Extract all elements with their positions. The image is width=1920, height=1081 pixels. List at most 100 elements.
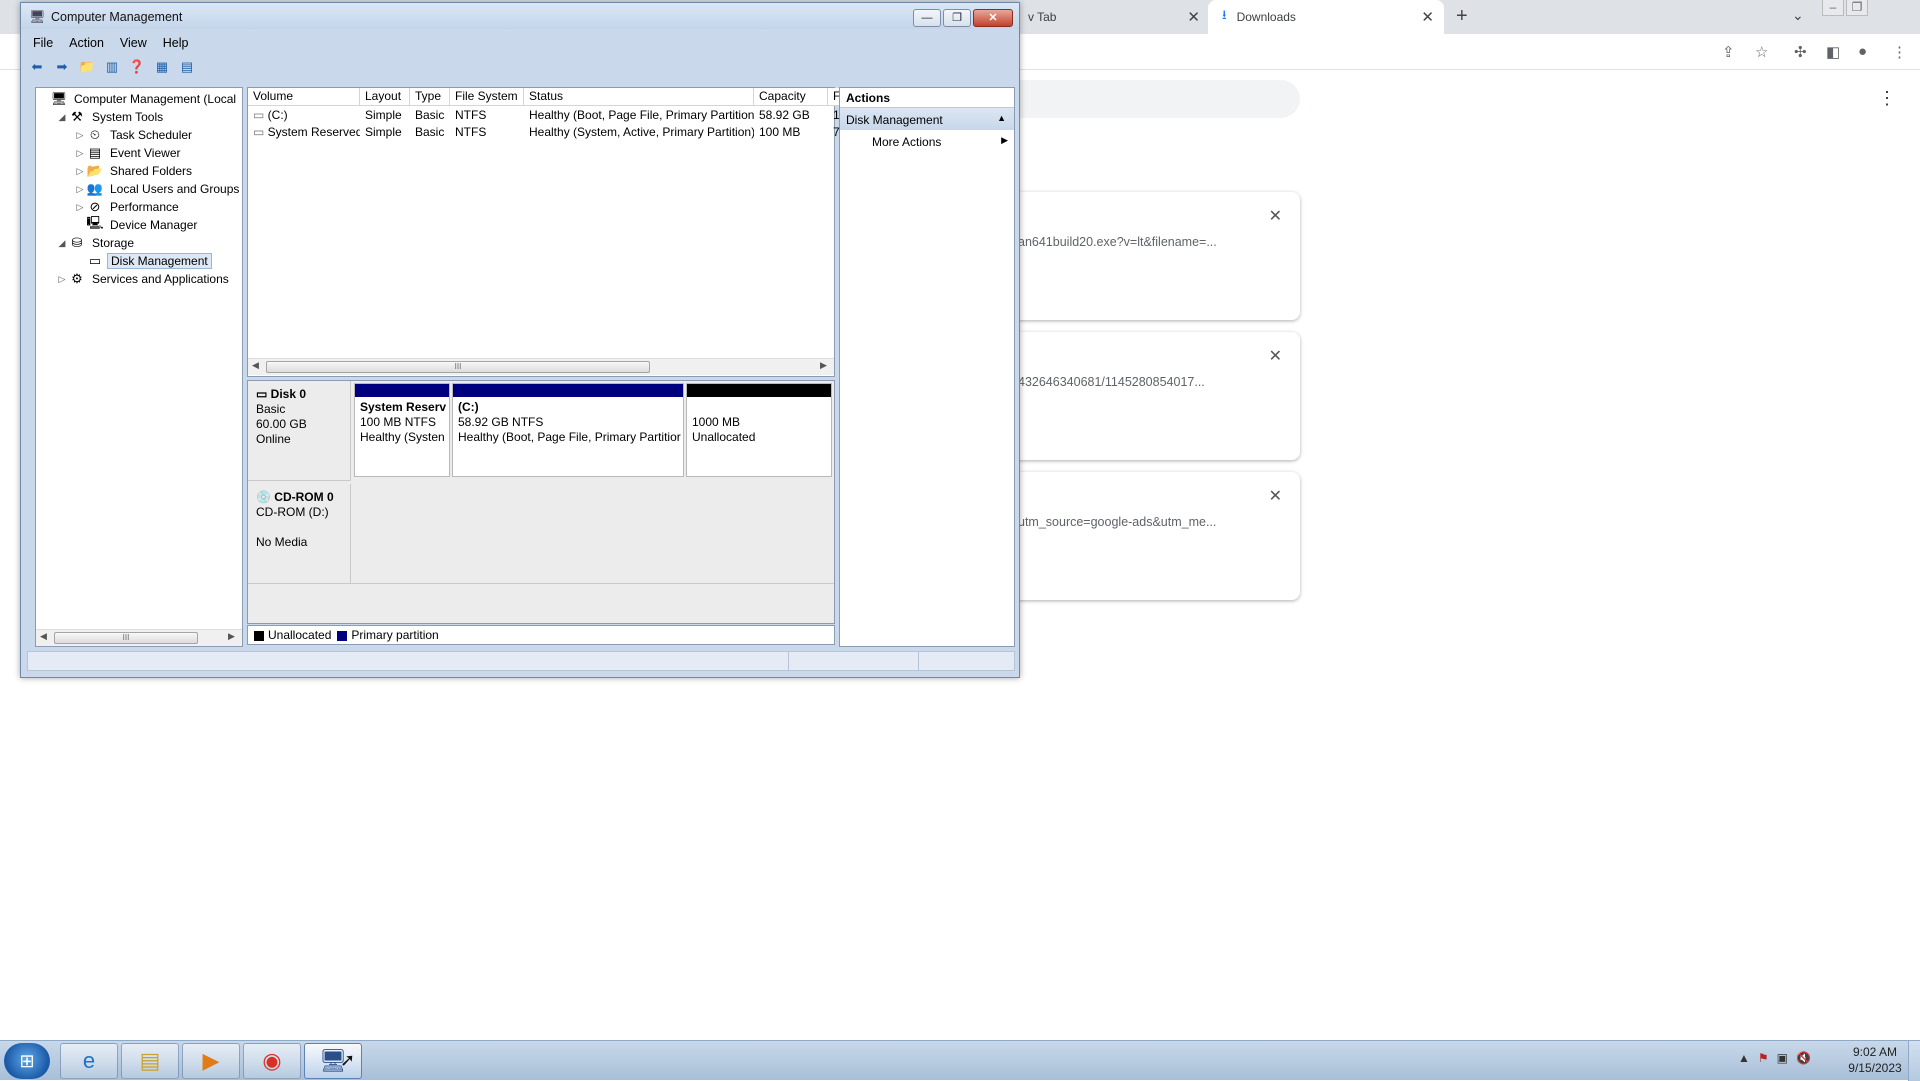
up-folder-icon[interactable]: 📁 xyxy=(77,57,97,77)
tree-item[interactable]: ▭ Disk Management xyxy=(74,252,212,270)
scroll-right-arrow-icon[interactable]: ▶ xyxy=(228,631,235,642)
scrollbar-thumb[interactable]: III xyxy=(54,632,198,644)
menu-help[interactable]: Help xyxy=(155,33,197,53)
expand-arrow-icon[interactable]: ▷ xyxy=(56,274,68,285)
hard-disk-icon: ▭ xyxy=(256,387,271,401)
partition-block[interactable]: (C:) 58.92 GB NTFS Healthy (Boot, Page Fil… xyxy=(452,383,684,477)
browser-minimize-button[interactable]: – xyxy=(1822,0,1844,16)
maximize-button[interactable]: ❐ xyxy=(943,9,971,27)
unallocated-space[interactable]: 1000 MB Unallocated xyxy=(686,383,832,477)
partition-block[interactable]: System Reserv 100 MB NTFS Healthy (Systen xyxy=(354,383,450,477)
storage-icon: ⛁ xyxy=(71,235,83,250)
volume-muted-icon[interactable]: 🔇 xyxy=(1796,1051,1811,1065)
remove-download-icon[interactable]: ✕ xyxy=(1269,486,1282,506)
scrollbar-thumb[interactable]: III xyxy=(266,361,650,373)
scroll-left-arrow-icon[interactable]: ◀ xyxy=(252,360,259,371)
menu-action[interactable]: Action xyxy=(61,33,112,53)
share-icon[interactable]: ⇪ xyxy=(1722,43,1735,61)
new-tab-button[interactable]: + xyxy=(1456,5,1468,28)
taskbar-file-explorer[interactable]: ▤ xyxy=(121,1043,179,1079)
action-center-flag-icon[interactable]: ⚑ xyxy=(1758,1051,1769,1065)
cdrom-empty-area[interactable] xyxy=(351,484,834,584)
column-header[interactable]: Capacity xyxy=(754,88,828,106)
remove-download-icon[interactable]: ✕ xyxy=(1269,206,1282,226)
disk-legend: Unallocated Primary partition xyxy=(247,625,835,645)
users-icon: 👥 xyxy=(86,181,104,196)
tree-item[interactable]: ▷ ▤ Event Viewer xyxy=(74,144,183,162)
help-icon[interactable]: ❓ xyxy=(127,57,147,77)
column-header[interactable]: File System xyxy=(450,88,524,106)
show-hidden-icons-arrow-icon[interactable]: ▲ xyxy=(1738,1051,1750,1065)
side-panel-icon[interactable]: ◧ xyxy=(1826,43,1840,61)
download-url[interactable]: 432646340681/1145280854017... xyxy=(1018,375,1205,389)
chrome-menu-icon[interactable]: ⋮ xyxy=(1892,43,1907,61)
minimize-button[interactable]: — xyxy=(913,9,941,27)
tree-item[interactable]: ▷ ⚙ Services and Applications xyxy=(56,270,232,288)
disk-0-label[interactable]: ▭ Disk 0 Basic 60.00 GB Online xyxy=(248,381,351,481)
network-icon[interactable]: ▣ xyxy=(1777,1051,1788,1065)
disk-icon: ▭ xyxy=(88,253,102,268)
profile-icon[interactable]: ● xyxy=(1858,43,1867,60)
table-row[interactable]: ▭ System Reserved Simple Basic NTFS Healthy … xyxy=(248,124,846,141)
collapse-arrow-icon[interactable]: ◢ xyxy=(56,112,68,123)
column-header[interactable]: Type xyxy=(410,88,450,106)
tree-item[interactable]: ▷ ⏲ Task Scheduler xyxy=(74,126,195,144)
start-button[interactable]: ⊞ xyxy=(4,1043,50,1079)
taskbar-internet-explorer[interactable]: e xyxy=(60,1043,118,1079)
expand-arrow-icon[interactable]: ▷ xyxy=(74,202,86,213)
menu-file[interactable]: File xyxy=(25,33,61,53)
expand-arrow-icon[interactable]: ▷ xyxy=(74,130,86,141)
remove-download-icon[interactable]: ✕ xyxy=(1269,346,1282,366)
scroll-right-arrow-icon[interactable]: ▶ xyxy=(820,360,827,371)
clock[interactable]: 9:02 AM 9/15/2023 xyxy=(1838,1044,1912,1076)
browser-tab-downloads[interactable]: ⭳ Downloads ✕ xyxy=(1208,0,1444,34)
partition-status: Unallocated xyxy=(692,430,756,444)
back-arrow-icon[interactable]: ⬅ xyxy=(27,57,47,77)
expand-arrow-icon[interactable]: ▷ xyxy=(74,166,86,177)
expand-arrow-icon[interactable]: ▷ xyxy=(74,148,86,159)
menu-view[interactable]: View xyxy=(112,33,155,53)
expand-arrow-icon[interactable]: ▷ xyxy=(74,184,86,195)
legend-primary-partition: Primary partition xyxy=(337,628,439,642)
properties-icon[interactable]: ▤ xyxy=(177,57,197,77)
table-row[interactable]: ▭ (C:) Simple Basic NTFS Healthy (Boot, Page… xyxy=(248,107,848,124)
tree-item[interactable]: ▷ 📂 Shared Folders xyxy=(74,162,195,180)
forward-arrow-icon[interactable]: ➡ xyxy=(52,57,72,77)
tab-close-icon[interactable]: ✕ xyxy=(1421,8,1434,26)
column-header[interactable]: Status xyxy=(524,88,754,106)
taskbar-media-player[interactable]: ▶ xyxy=(182,1043,240,1079)
collapse-arrow-icon[interactable]: ◢ xyxy=(56,238,68,249)
show-hide-tree-icon[interactable]: ▥ xyxy=(102,57,122,77)
actions-section-disk-management[interactable]: Disk Management ▲ xyxy=(840,108,1014,130)
browser-tab-new-tab[interactable]: v Tab ✕ xyxy=(1020,0,1210,34)
volume-list-horizontal-scrollbar[interactable]: ◀ III ▶ xyxy=(248,358,834,375)
tree-item[interactable]: ◢ ⛁ Storage xyxy=(56,234,137,252)
tree-item[interactable]: ▷ 👥 Local Users and Groups xyxy=(74,180,242,198)
download-url[interactable]: an641build20.exe?v=lt&filename=... xyxy=(1018,235,1217,249)
tab-close-icon[interactable]: ✕ xyxy=(1187,8,1200,26)
taskbar: ⊞ e ▤ ▶ ◉ 🖥 ▲ ⚑ ▣ 🔇 9:02 AM 9/15/2023 xyxy=(0,1040,1920,1081)
downloads-more-menu-icon[interactable]: ⋮ xyxy=(1878,88,1896,109)
scroll-left-arrow-icon[interactable]: ◀ xyxy=(40,631,47,642)
extensions-puzzle-icon[interactable]: ✣ xyxy=(1794,43,1807,61)
tree-item[interactable]: 🖳 Device Manager xyxy=(74,215,200,234)
browser-restore-button[interactable]: ❐ xyxy=(1846,0,1868,16)
show-desktop-button[interactable] xyxy=(1908,1041,1920,1081)
tree-item[interactable]: 🖥 Computer Management (Local xyxy=(38,90,239,108)
collapse-arrow-icon[interactable]: ▲ xyxy=(997,113,1006,123)
tree-horizontal-scrollbar[interactable]: ◀ III ▶ xyxy=(36,629,242,646)
column-header[interactable]: Volume xyxy=(248,88,360,106)
close-button[interactable]: ✕ xyxy=(973,9,1013,27)
show-hide-action-pane-icon[interactable]: ▦ xyxy=(152,57,172,77)
taskbar-chrome[interactable]: ◉ xyxy=(243,1043,301,1079)
bookmark-star-icon[interactable]: ☆ xyxy=(1755,43,1768,61)
actions-section-label: Disk Management xyxy=(846,113,943,127)
more-actions-item[interactable]: More Actions ▶ xyxy=(840,130,1014,152)
column-header[interactable]: Layout xyxy=(360,88,410,106)
tree-item[interactable]: ◢ ⚒ System Tools xyxy=(56,108,166,126)
window-title-bar[interactable]: 🖥 Computer Management — ❐ ✕ xyxy=(21,3,1019,29)
downloads-search-box[interactable] xyxy=(990,80,1300,118)
download-url[interactable]: utm_source=google-ads&utm_me... xyxy=(1018,515,1216,529)
cdrom-0-label[interactable]: 💿 CD-ROM 0 CD-ROM (D:) No Media xyxy=(248,484,351,584)
tab-search-chevron-icon[interactable]: ⌄ xyxy=(1792,7,1804,24)
